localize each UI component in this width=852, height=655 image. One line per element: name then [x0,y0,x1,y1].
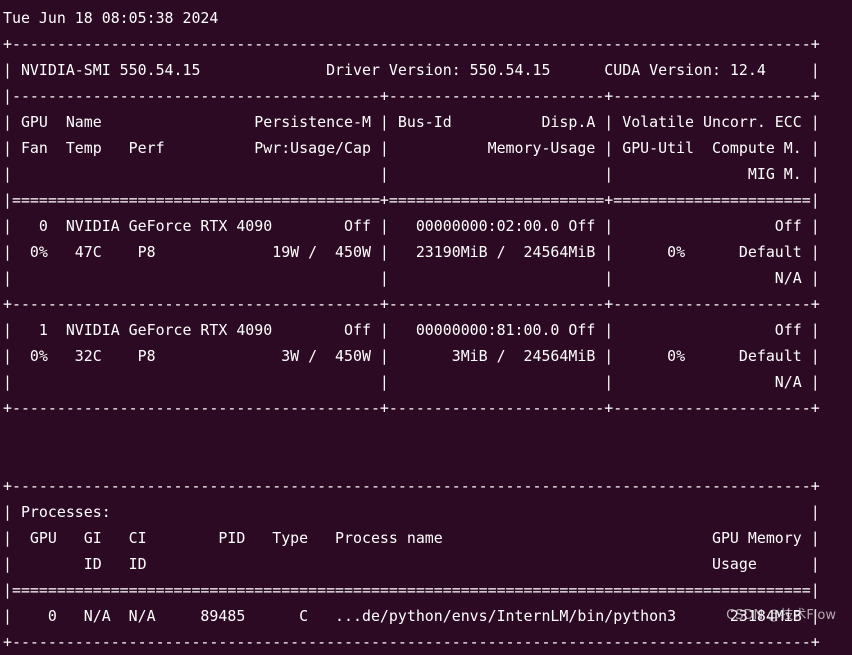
csdn-watermark: CSDN @技术Flow [726,608,836,623]
version-header-line: | NVIDIA-SMI 550.54.15 Driver Version: 5… [3,61,820,79]
header-double-separator: |=======================================… [3,191,820,209]
column-header-line-1: | GPU Name Persistence-M | Bus-Id Disp.A… [3,113,820,131]
terminal-window: { "terminal": { "lines": [ "Tue Jun 18 0… [0,0,852,651]
table-separator: |---------------------------------------… [3,87,820,105]
processes-border-bottom: +---------------------------------------… [3,633,820,651]
terminal-output: Tue Jun 18 08:05:38 2024 +--------------… [3,5,849,651]
gpu-1-usage-line: | 0% 32C P8 3W / 450W | 3MiB / 24564MiB … [3,347,820,365]
gpu-1-info-line: | 1 NVIDIA GeForce RTX 4090 Off | 000000… [3,321,820,339]
processes-header-line-1: | GPU GI CI PID Type Process name GPU Me… [3,529,820,547]
table-border-top: +---------------------------------------… [3,35,820,53]
gpu-0-mig-line: | | | N/A | [3,269,820,287]
processes-title-line: | Processes: | [3,503,820,521]
gpu-0-usage-line: | 0% 47C P8 19W / 450W | 23190MiB / 2456… [3,243,820,261]
process-row: | 0 N/A N/A 89485 C ...de/python/envs/In… [3,607,820,625]
timestamp-line: Tue Jun 18 08:05:38 2024 [3,9,219,27]
gpu-row-separator: +---------------------------------------… [3,295,820,313]
column-header-line-3: | | | MIG M. | [3,165,820,183]
processes-double-separator: |=======================================… [3,581,820,599]
gpu-0-info-line: | 0 NVIDIA GeForce RTX 4090 Off | 000000… [3,217,820,235]
gpu-1-mig-line: | | | N/A | [3,373,820,391]
processes-border-top: +---------------------------------------… [3,477,820,495]
column-header-line-2: | Fan Temp Perf Pwr:Usage/Cap | Memory-U… [3,139,820,157]
gpu-table-border-bottom: +---------------------------------------… [3,399,820,417]
processes-header-line-2: | ID ID Usage | [3,555,820,573]
